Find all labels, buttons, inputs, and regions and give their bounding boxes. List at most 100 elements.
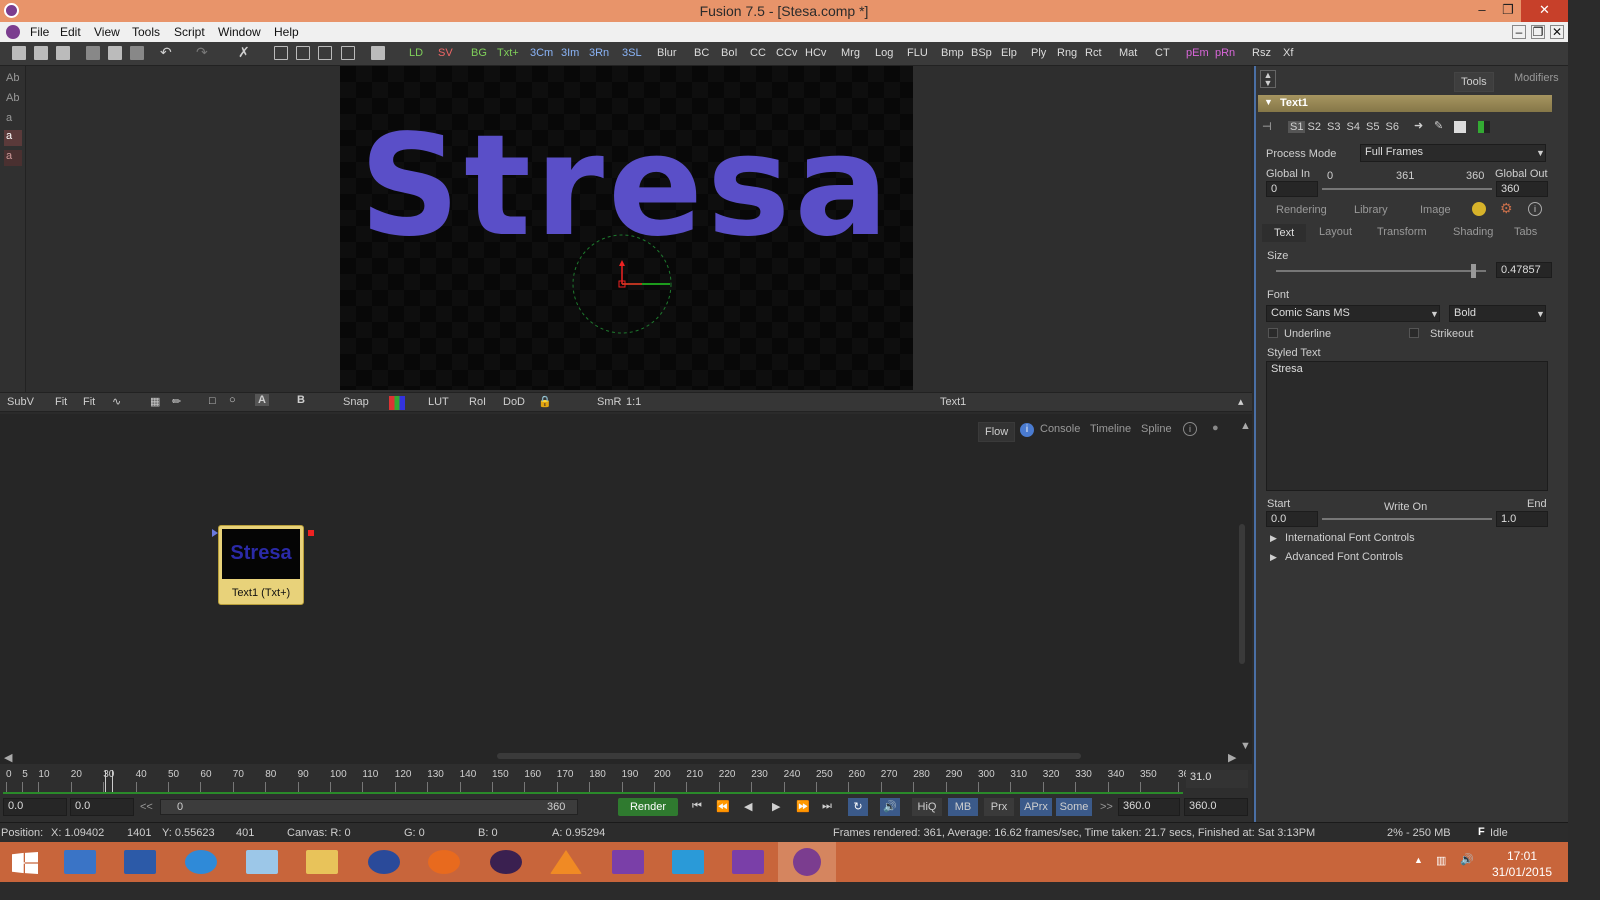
scroll-up-icon[interactable]: ▲ <box>1240 420 1251 432</box>
thunderbird-taskbar-icon[interactable] <box>185 850 217 874</box>
undo-icon[interactable]: ↶ <box>160 44 172 61</box>
menu-tools[interactable]: Tools <box>132 25 160 39</box>
back-button[interactable]: << <box>140 801 153 813</box>
tool-button-boi[interactable]: BoI <box>721 47 738 59</box>
audio-icon[interactable]: 🔊 <box>880 798 900 816</box>
current-time-field[interactable]: 31.0 <box>1186 770 1248 788</box>
explorer-taskbar-icon[interactable] <box>64 850 96 874</box>
spline-icon[interactable]: ∿ <box>112 395 121 408</box>
tool-button-bsp[interactable]: BSp <box>971 47 992 59</box>
step-forward-icon[interactable]: ⏩ <box>796 800 810 813</box>
flow-node-text1[interactable]: Stresa Text1 (Txt+) <box>212 525 314 605</box>
text-b-icon[interactable]: B <box>297 394 305 406</box>
tool-button-ct[interactable]: CT <box>1155 47 1170 59</box>
lut-button[interactable]: LUT <box>428 396 449 408</box>
color-channel-icon[interactable] <box>389 396 405 410</box>
text-tool-2-icon[interactable]: Ab <box>6 92 19 104</box>
menu-view[interactable]: View <box>94 25 120 39</box>
size-slider-handle[interactable] <box>1471 264 1476 278</box>
volume-icon[interactable]: 🔊 <box>1460 853 1474 866</box>
tool-button-blur[interactable]: Blur <box>657 47 677 59</box>
intl-expand-icon[interactable]: ▶ <box>1270 533 1277 544</box>
fit-button-2[interactable]: Fit <box>83 396 95 408</box>
roi-button[interactable]: RoI <box>469 396 486 408</box>
strikeout-checkbox[interactable] <box>1409 328 1419 338</box>
go-end-icon[interactable]: ⏭ <box>822 800 832 813</box>
tab-tabs[interactable]: Tabs <box>1514 226 1537 238</box>
cut-icon[interactable] <box>86 46 100 60</box>
size-field[interactable]: 0.47857 <box>1496 262 1552 278</box>
tab-tools[interactable]: Tools <box>1454 72 1494 92</box>
tool-button-ccv[interactable]: CCv <box>776 47 797 59</box>
playhead-icon[interactable] <box>105 770 113 792</box>
mb-button[interactable]: MB <box>948 798 978 816</box>
smr-button[interactable]: SmR <box>597 396 621 408</box>
start-field[interactable]: 0.0 <box>1266 511 1318 527</box>
global-start-field[interactable]: 0.0 <box>3 798 67 816</box>
color-swatch-icon[interactable] <box>1478 121 1490 133</box>
tab-spline[interactable]: Spline <box>1141 423 1172 435</box>
render-end-field[interactable]: 360.0 <box>1118 798 1180 816</box>
render-button[interactable]: Render <box>618 798 678 816</box>
tool-button-prn[interactable]: pRn <box>1215 47 1235 59</box>
restore-icon[interactable]: ❐ <box>1494 0 1522 22</box>
slot-arrow-icon[interactable]: ➜ <box>1414 119 1423 132</box>
intl-font-controls[interactable]: International Font Controls <box>1285 532 1415 544</box>
scroll-right-icon[interactable]: ▶ <box>1228 751 1236 764</box>
go-start-icon[interactable]: ⏮ <box>692 800 702 813</box>
tab-image[interactable]: Image <box>1420 204 1451 216</box>
menu-window[interactable]: Window <box>218 25 261 39</box>
menu-edit[interactable]: Edit <box>60 25 81 39</box>
open-file-icon[interactable] <box>34 46 48 60</box>
text-tool-5-icon[interactable]: a <box>4 150 22 166</box>
play-icon[interactable]: ▶ <box>772 800 780 813</box>
menu-script[interactable]: Script <box>174 25 205 39</box>
scroll-down-icon[interactable]: ▼ <box>1240 740 1251 752</box>
tool-button-pem[interactable]: pEm <box>1186 47 1209 59</box>
tool-button-xf[interactable]: Xf <box>1283 47 1293 59</box>
play-reverse-icon[interactable]: ◀ <box>744 800 752 813</box>
tool-button-mrg[interactable]: Mrg <box>841 47 860 59</box>
info-circle-icon[interactable]: i <box>1183 422 1197 436</box>
photo-taskbar-icon[interactable] <box>672 850 704 874</box>
scroll-left-icon[interactable]: ◀ <box>4 751 12 764</box>
mdi-restore-icon[interactable]: ❐ <box>1531 25 1545 39</box>
panel-toggle-icon[interactable]: ▲ ▼ <box>1260 70 1276 88</box>
time-ruler[interactable]: 0 5 10 20 30 40 50 60 70 80 90 100 110 120 130 140 150 16… <box>3 768 1189 794</box>
layout-4-icon[interactable] <box>341 46 355 60</box>
tool-button-ply[interactable]: Ply <box>1031 47 1046 59</box>
tool-button-sv[interactable]: SV <box>438 47 453 59</box>
tool-button-bmp[interactable]: Bmp <box>941 47 964 59</box>
tab-layout[interactable]: Layout <box>1319 226 1352 238</box>
tool-button-rng[interactable]: Rng <box>1057 47 1077 59</box>
paste-icon[interactable] <box>130 46 144 60</box>
fusion-taskbar-icon[interactable] <box>778 842 836 882</box>
tab-shading[interactable]: Shading <box>1453 226 1493 238</box>
paint-icon[interactable]: ✏ <box>172 395 181 408</box>
render-start-field[interactable]: 0.0 <box>70 798 134 816</box>
adv-font-controls[interactable]: Advanced Font Controls <box>1285 551 1403 563</box>
range-slider[interactable]: 0 360 <box>160 799 578 815</box>
tray-up-icon[interactable]: ▲ <box>1414 855 1423 865</box>
menu-help[interactable]: Help <box>274 25 299 39</box>
tool-button-mat[interactable]: Mat <box>1119 47 1137 59</box>
notepad-taskbar-icon[interactable] <box>246 850 278 874</box>
forward-button[interactable]: >> <box>1100 801 1113 813</box>
gear-icon[interactable]: ⚙ <box>1500 200 1513 217</box>
slot-s3[interactable]: S3 <box>1327 121 1340 133</box>
tab-transform[interactable]: Transform <box>1377 226 1427 238</box>
underline-checkbox[interactable] <box>1268 328 1278 338</box>
layout-3-icon[interactable] <box>318 46 332 60</box>
tool-button-3rn[interactable]: 3Rn <box>589 47 609 59</box>
copy-icon[interactable] <box>108 46 122 60</box>
app-purple-taskbar-icon[interactable] <box>612 850 644 874</box>
node-output-icon[interactable] <box>308 530 314 536</box>
tool-button-bc[interactable]: BC <box>694 47 709 59</box>
global-in-field[interactable]: 0 <box>1266 181 1318 197</box>
node-input-icon[interactable] <box>212 529 218 537</box>
vlc-taskbar-icon[interactable] <box>550 850 582 874</box>
tab-flow[interactable]: Flow <box>978 422 1016 442</box>
redo-icon[interactable]: ↷ <box>196 44 208 61</box>
aprx-button[interactable]: APrx <box>1020 798 1052 816</box>
prx-button[interactable]: Prx <box>984 798 1014 816</box>
